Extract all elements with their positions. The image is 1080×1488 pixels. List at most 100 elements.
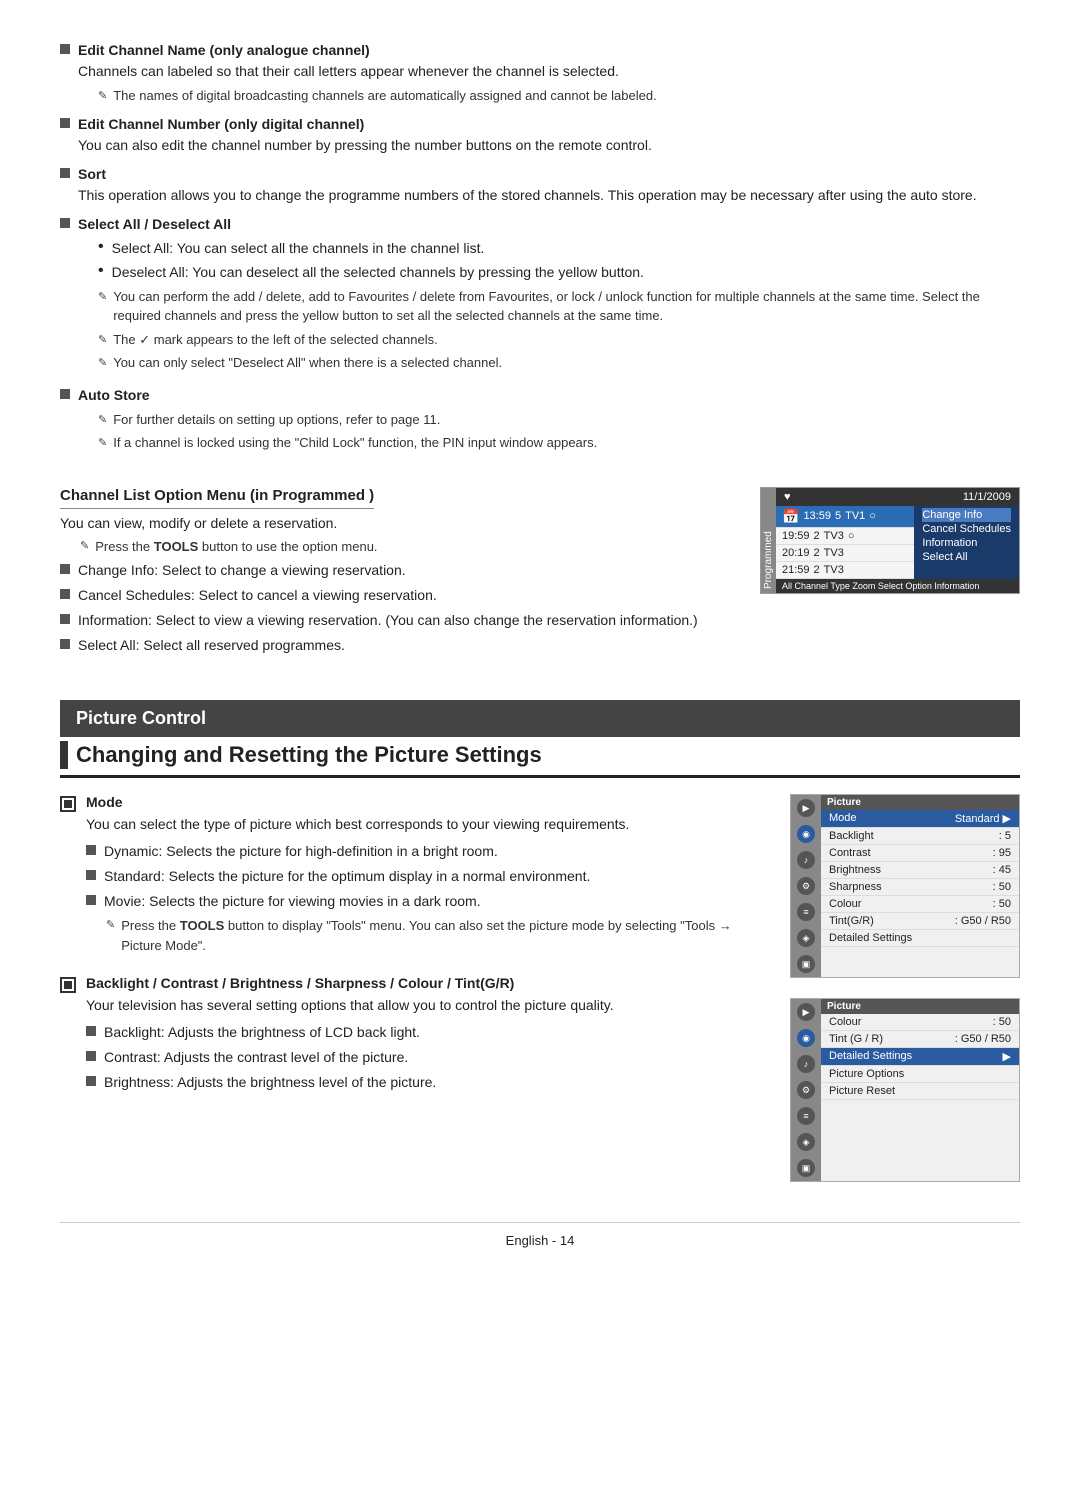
item-text: Brightness: Adjusts the brightness level… (104, 1072, 760, 1093)
sub-bullet: • Select All: You can select all the cha… (98, 238, 1020, 259)
tv-row-1: 📅 13:59 5 TV1 ○ (776, 506, 914, 528)
item-text: Information: Select to view a viewing re… (78, 610, 730, 631)
bullet-icon (60, 589, 70, 599)
item-text: Dynamic: Selects the picture for high-de… (104, 841, 760, 862)
bullet-icon (60, 389, 70, 399)
menu-item-change: Change Info (922, 508, 1011, 522)
list-item: Contrast: Adjusts the contrast level of … (86, 1047, 760, 1068)
tv-time-3: 20:19 (782, 547, 810, 559)
picture-menu-row-brightness: Brightness : 45 (821, 862, 1019, 879)
picture-control-header: Picture Control (60, 700, 1020, 737)
changing-header-row: Changing and Resetting the Picture Setti… (60, 741, 1020, 769)
note-item: ✎ If a channel is locked using the "Chil… (98, 433, 1020, 453)
picture-menu-1: ▶ ◉ ♪ ⚙ ≡ ◈ ▣ Picture Mode Standard ▶ Ba… (790, 794, 1020, 978)
picture-menu2-row-colour: Colour : 50 (821, 1014, 1019, 1031)
mode-title: Mode (86, 794, 760, 810)
tv-time-2: 19:59 (782, 530, 810, 542)
tv-ch-4: 2 (814, 564, 820, 576)
tv-time-4: 21:59 (782, 564, 810, 576)
picture-menu-row-contrast: Contrast : 95 (821, 845, 1019, 862)
picture-menu-row-detailed: Detailed Settings (821, 930, 1019, 947)
note-text: You can only select "Deselect All" when … (113, 353, 1020, 373)
note-item: ✎ You can perform the add / delete, add … (98, 287, 1020, 326)
list-item: Movie: Selects the picture for viewing m… (86, 891, 760, 912)
tv-row-3: 20:19 2 TV3 (776, 545, 914, 562)
note-text: For further details on setting up option… (113, 410, 1020, 430)
tv-ui-mockup: Programmed ♥ 11/1/2009 📅 13:59 5 TV1 (760, 487, 1020, 594)
tv-ui-content: ♥ 11/1/2009 📅 13:59 5 TV1 ○ (776, 488, 1019, 593)
item-text: Standard: Selects the picture for the op… (104, 866, 760, 887)
list-item: Select All / Deselect All • Select All: … (60, 214, 1020, 377)
item-text: Cancel Schedules: Select to cancel a vie… (78, 585, 730, 606)
picture-menu2-row-tint: Tint (G / R) : G50 / R50 (821, 1031, 1019, 1048)
sidebar-icon-5: ≡ (797, 903, 815, 921)
item-body: This operation allows you to change the … (78, 187, 977, 203)
footer-text: English - 14 (506, 1233, 575, 1248)
picture-menu-row-backlight: Backlight : 5 (821, 828, 1019, 845)
bullet-icon (60, 168, 70, 178)
channel-list-text: Channel List Option Menu (in Programmed … (60, 487, 730, 661)
list-item: Cancel Schedules: Select to cancel a vie… (60, 585, 730, 606)
item-title: Sort (78, 166, 106, 182)
row-value-tint: : G50 / R50 (955, 915, 1011, 927)
sidebar-icon-3: ♪ (797, 851, 815, 869)
row2-label-tint: Tint (G / R) (829, 1033, 883, 1045)
bullet-icon (86, 845, 96, 855)
picture-menu-header-1: Picture (821, 795, 1019, 810)
dot-icon: • (98, 263, 104, 279)
row2-label-reset: Picture Reset (829, 1085, 895, 1097)
picture-menu-2: ▶ ◉ ♪ ⚙ ≡ ◈ ▣ Picture Colour : 50 Tint (… (790, 998, 1020, 1182)
backlight-content: Backlight / Contrast / Brightness / Shar… (86, 975, 760, 1097)
sidebar-icon-7: ▣ (797, 955, 815, 973)
note-text: Press the TOOLS button to use the option… (95, 537, 730, 557)
sidebar-icon-4: ⚙ (797, 877, 815, 895)
list-item: Edit Channel Number (only digital channe… (60, 114, 1020, 156)
row-value-mode: Standard ▶ (955, 812, 1011, 825)
bullet-icon (60, 639, 70, 649)
item-title: Edit Channel Number (only digital channe… (78, 116, 364, 132)
list-item: Edit Channel Name (only analogue channel… (60, 40, 1020, 110)
dot-icon: • (98, 239, 104, 255)
sidebar-icon-2: ◉ (797, 825, 815, 843)
picture-control-text: Mode You can select the type of picture … (60, 794, 760, 1182)
picture-control-header-block: Picture Control (60, 700, 1020, 737)
bullet-icon (60, 218, 70, 228)
picture-menu2-row-options: Picture Options (821, 1066, 1019, 1083)
row2-label-options: Picture Options (829, 1068, 904, 1080)
tv-time-1: 13:59 (803, 510, 831, 522)
tv-type-1: TV1 (845, 510, 865, 522)
bullet-icon (86, 1076, 96, 1086)
row2-value-detailed: ▶ (1003, 1050, 1011, 1063)
tv-footer: All Channel Type Zoom Select Option Info… (776, 579, 1019, 593)
sub-bullet: • Deselect All: You can deselect all the… (98, 262, 1020, 283)
tv-channel-list: 📅 13:59 5 TV1 ○ 19:59 2 TV3 ○ (776, 506, 914, 579)
row-label-backlight: Backlight (829, 830, 874, 842)
sub-text: Select All: You can select all the chann… (112, 238, 485, 259)
backlight-section: Backlight / Contrast / Brightness / Shar… (60, 975, 760, 1097)
tv-footer-text: All Channel Type Zoom Select Option Info… (782, 581, 979, 591)
row-value-colour: : 50 (993, 898, 1011, 910)
bullet-icon (86, 1026, 96, 1036)
tv-ui-main-row: 📅 13:59 5 TV1 ○ 19:59 2 TV3 ○ (776, 506, 1019, 579)
note-icon: ✎ (80, 539, 89, 552)
left-bar-icon (60, 741, 68, 769)
picture-sidebar-1: ▶ ◉ ♪ ⚙ ≡ ◈ ▣ (791, 795, 821, 977)
section-subtitle: Channel List Option Menu (in Programmed … (60, 487, 374, 509)
picture-menu-row-tint: Tint(G/R) : G50 / R50 (821, 913, 1019, 930)
bullet-icon (60, 564, 70, 574)
note-text: You can perform the add / delete, add to… (113, 287, 1020, 326)
menu-item-cancel: Cancel Schedules (922, 522, 1011, 536)
mode-content: Mode You can select the type of picture … (86, 794, 760, 959)
changing-header-block: Changing and Resetting the Picture Setti… (60, 741, 1020, 778)
list-item: Backlight: Adjusts the brightness of LCD… (86, 1022, 760, 1043)
backlight-intro: Your television has several setting opti… (86, 995, 760, 1016)
note-icon: ✎ (98, 355, 107, 372)
sidebar-icon-6: ◈ (797, 929, 815, 947)
tv-dot-1: ○ (869, 510, 876, 522)
tv-ch-1: 5 (835, 510, 841, 522)
item-text: Change Info: Select to change a viewing … (78, 560, 730, 581)
picture-menu2-row-reset: Picture Reset (821, 1083, 1019, 1100)
list-item: Brightness: Adjusts the brightness level… (86, 1072, 760, 1093)
tv-ui-body: Programmed ♥ 11/1/2009 📅 13:59 5 TV1 (761, 488, 1019, 593)
list-item: Standard: Selects the picture for the op… (86, 866, 760, 887)
